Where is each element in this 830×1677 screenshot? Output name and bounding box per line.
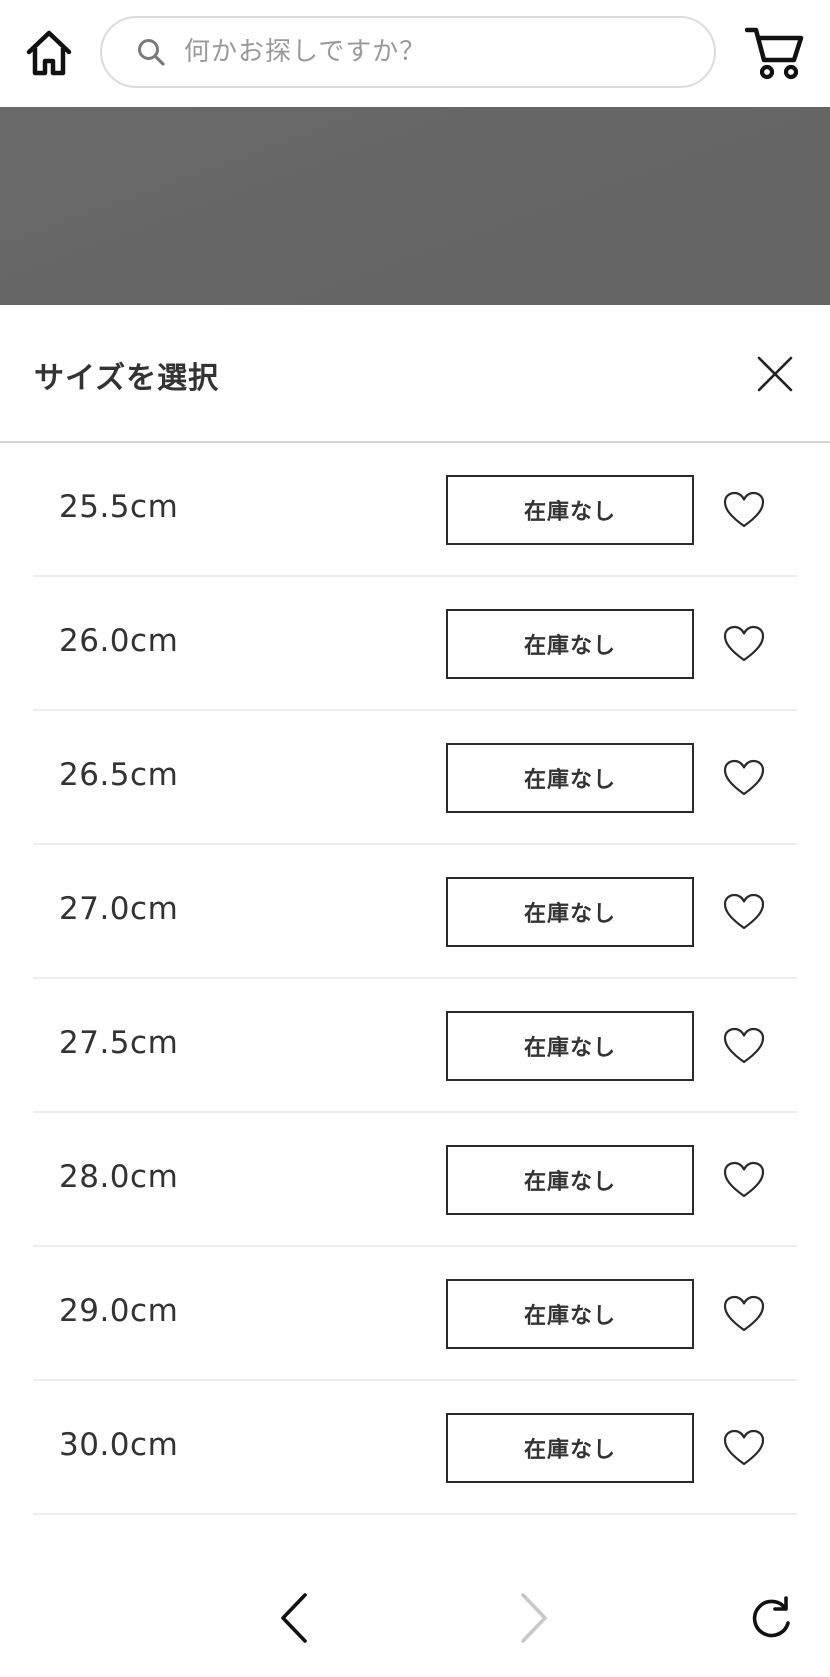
favorite-button[interactable]	[722, 756, 766, 800]
close-button[interactable]	[752, 351, 798, 397]
size-label: 26.5cm	[59, 757, 179, 793]
out-of-stock-button[interactable]: 在庫なし	[446, 475, 694, 545]
reload-icon	[752, 1596, 790, 1638]
list-item: 26.5cm 在庫なし	[33, 711, 797, 845]
list-item: 25.5cm 在庫なし	[33, 443, 797, 577]
list-item: 27.5cm 在庫なし	[33, 979, 797, 1113]
size-label: 26.0cm	[59, 623, 179, 659]
favorite-button[interactable]	[722, 622, 766, 666]
close-icon	[757, 356, 793, 392]
forward-button[interactable]	[512, 1588, 556, 1648]
list-item: 30.0cm 在庫なし	[33, 1381, 797, 1515]
heart-icon	[723, 1161, 765, 1198]
favorite-button[interactable]	[722, 890, 766, 934]
heart-icon	[723, 625, 765, 662]
size-label: 27.0cm	[59, 891, 179, 927]
favorite-button[interactable]	[722, 488, 766, 532]
list-item: 29.0cm 在庫なし	[33, 1247, 797, 1381]
search-bar[interactable]	[100, 16, 716, 88]
search-input[interactable]	[182, 36, 666, 68]
heart-icon	[723, 491, 765, 528]
heart-icon	[723, 893, 765, 930]
favorite-button[interactable]	[722, 1292, 766, 1336]
sheet-header: サイズを選択	[0, 305, 830, 443]
heart-icon	[723, 759, 765, 796]
browser-toolbar	[0, 1562, 830, 1677]
top-header	[0, 0, 830, 107]
size-label: 29.0cm	[59, 1293, 179, 1329]
list-item: 28.0cm 在庫なし	[33, 1113, 797, 1247]
sheet-title: サイズを選択	[34, 361, 220, 396]
out-of-stock-button[interactable]: 在庫なし	[446, 877, 694, 947]
size-label: 25.5cm	[59, 489, 179, 525]
heart-icon	[723, 1429, 765, 1466]
out-of-stock-button[interactable]: 在庫なし	[446, 1011, 694, 1081]
back-button[interactable]	[272, 1588, 316, 1648]
favorite-button[interactable]	[722, 1426, 766, 1470]
size-label: 28.0cm	[59, 1159, 179, 1195]
out-of-stock-button[interactable]: 在庫なし	[446, 609, 694, 679]
chevron-left-icon	[281, 1593, 307, 1643]
favorite-button[interactable]	[722, 1024, 766, 1068]
size-label: 30.0cm	[59, 1427, 179, 1463]
heart-icon	[723, 1027, 765, 1064]
size-label: 27.5cm	[59, 1025, 179, 1061]
home-button[interactable]	[22, 26, 76, 80]
size-list: 25.5cm 在庫なし 26.0cm 在庫なし 26.5cm 在庫なし 27.0…	[33, 443, 797, 1515]
out-of-stock-button[interactable]: 在庫なし	[446, 743, 694, 813]
size-selection-sheet: サイズを選択 25.5cm 在庫なし 26.0cm 在庫なし 26.5cm 在庫…	[0, 305, 830, 1677]
chevron-right-icon	[521, 1593, 547, 1643]
home-icon	[26, 30, 72, 76]
dimmed-overlay[interactable]	[0, 107, 830, 305]
list-item: 27.0cm 在庫なし	[33, 845, 797, 979]
heart-icon	[723, 1295, 765, 1332]
out-of-stock-button[interactable]: 在庫なし	[446, 1413, 694, 1483]
cart-icon	[745, 27, 804, 80]
favorite-button[interactable]	[722, 1158, 766, 1202]
out-of-stock-button[interactable]: 在庫なし	[446, 1279, 694, 1349]
out-of-stock-button[interactable]: 在庫なし	[446, 1145, 694, 1215]
cart-button[interactable]	[744, 22, 806, 84]
reload-button[interactable]	[746, 1594, 796, 1644]
list-item: 26.0cm 在庫なし	[33, 577, 797, 711]
search-icon	[134, 35, 168, 69]
